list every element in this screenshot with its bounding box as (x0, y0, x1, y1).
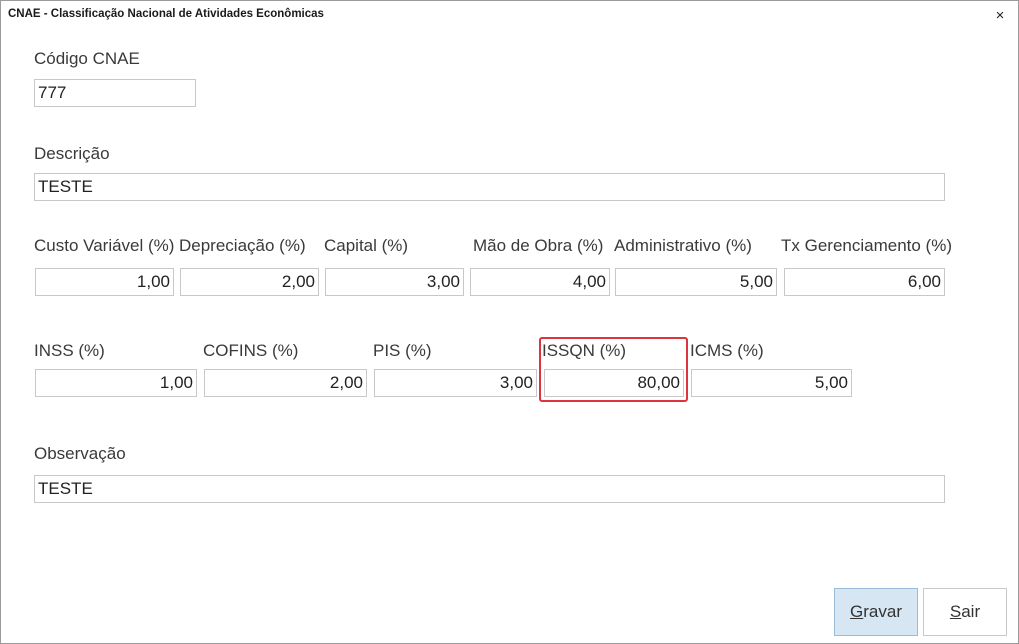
depreciacao-input[interactable]: 2,00 (180, 268, 319, 296)
gravar-button[interactable]: Gravar (834, 588, 918, 636)
inss-input[interactable]: 1,00 (35, 369, 197, 397)
descricao-input[interactable]: TESTE (34, 173, 945, 201)
inss-label: INSS (%) (34, 341, 105, 360)
codigo-cnae-label: Código CNAE (34, 49, 140, 68)
sair-mnemonic: S (949, 602, 962, 621)
issqn-input[interactable]: 80,00 (544, 369, 684, 397)
sair-button[interactable]: Sair (923, 588, 1007, 636)
tx-gerenciamento-input[interactable]: 6,00 (784, 268, 945, 296)
pis-label: PIS (%) (373, 341, 432, 360)
icms-label: ICMS (%) (690, 341, 764, 360)
icms-input[interactable]: 5,00 (691, 369, 852, 397)
close-icon[interactable]: × (990, 6, 1010, 26)
capital-label: Capital (%) (324, 236, 409, 255)
administrativo-label: Administrativo (%) (614, 236, 752, 255)
codigo-cnae-input[interactable]: 777 (34, 79, 196, 107)
descricao-label: Descrição (34, 144, 110, 163)
issqn-label: ISSQN (%) (542, 341, 627, 360)
cnae-dialog: CNAE - Classificação Nacional de Ativida… (0, 0, 1019, 644)
custo-variavel-input[interactable]: 1,00 (35, 268, 174, 296)
sair-label: air (961, 602, 981, 621)
gravar-mnemonic: G (850, 602, 864, 621)
window-title: CNAE - Classificação Nacional de Ativida… (8, 8, 324, 20)
cofins-label: COFINS (%) (203, 341, 299, 360)
custo-variavel-label: Custo Variável (%) (34, 236, 175, 255)
mao-de-obra-label: Mão de Obra (%) (473, 236, 604, 255)
tx-gerenciamento-label: Tx Gerenciamento (%) (781, 236, 952, 255)
title-bar: CNAE - Classificação Nacional de Ativida… (1, 1, 1018, 31)
mao-de-obra-input[interactable]: 4,00 (470, 268, 610, 296)
observacao-input[interactable]: TESTE (34, 475, 945, 503)
administrativo-input[interactable]: 5,00 (615, 268, 777, 296)
capital-input[interactable]: 3,00 (325, 268, 464, 296)
gravar-label: ravar (863, 602, 902, 621)
observacao-label: Observação (34, 444, 126, 463)
depreciacao-label: Depreciação (%) (179, 236, 306, 255)
pis-input[interactable]: 3,00 (374, 369, 537, 397)
cofins-input[interactable]: 2,00 (204, 369, 367, 397)
